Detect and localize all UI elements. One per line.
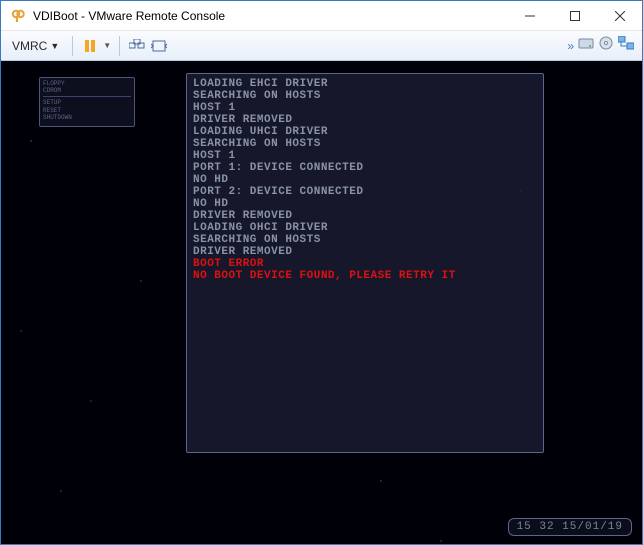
menu-item: FLOPPY — [43, 80, 131, 87]
boot-log-error-line: NO BOOT DEVICE FOUND, PLEASE RETRY IT — [193, 270, 537, 282]
network-icon[interactable] — [618, 36, 634, 55]
maximize-button[interactable] — [552, 1, 597, 30]
app-icon — [9, 7, 27, 25]
boot-log-line: LOADING UHCI DRIVER — [193, 126, 537, 138]
pause-icon — [85, 40, 95, 52]
window-controls — [507, 1, 642, 30]
boot-log-line: NO HD — [193, 198, 537, 210]
boot-log-line: PORT 1: DEVICE CONNECTED — [193, 162, 537, 174]
chevron-down-icon: ▼ — [50, 41, 59, 51]
fullscreen-button[interactable] — [148, 35, 170, 57]
boot-log-line: LOADING OHCI DRIVER — [193, 222, 537, 234]
boot-menu-panel: FLOPPY CDROM SETUP RESET SHUTDOWN — [39, 77, 135, 127]
boot-log-line: DRIVER REMOVED — [193, 114, 537, 126]
boot-log-line: DRIVER REMOVED — [193, 246, 537, 258]
device-icons: » — [567, 35, 638, 56]
toolbar-separator — [119, 36, 120, 56]
pause-button[interactable] — [79, 35, 101, 57]
vmrc-menu-button[interactable]: VMRC ▼ — [5, 36, 66, 56]
send-cad-button[interactable] — [126, 35, 148, 57]
boot-log-line: PORT 2: DEVICE CONNECTED — [193, 186, 537, 198]
menu-item: RESET — [43, 107, 131, 114]
boot-log-error-line: BOOT ERROR — [193, 258, 537, 270]
toolbar-separator — [72, 36, 73, 56]
console-viewport[interactable]: FLOPPY CDROM SETUP RESET SHUTDOWN LOADIN… — [1, 61, 642, 544]
menu-item: SHUTDOWN — [43, 114, 131, 121]
boot-log-line: HOST 1 — [193, 102, 537, 114]
boot-log-line: DRIVER REMOVED — [193, 210, 537, 222]
boot-log-panel: LOADING EHCI DRIVERSEARCHING ON HOSTSHOS… — [186, 73, 544, 453]
boot-log-line: SEARCHING ON HOSTS — [193, 90, 537, 102]
harddisk-icon[interactable] — [578, 36, 594, 55]
send-cad-icon — [129, 39, 145, 53]
app-window: VDIBoot - VMware Remote Console VMRC ▼ ▼ — [0, 0, 643, 545]
boot-log-line: NO HD — [193, 174, 537, 186]
boot-log-line: SEARCHING ON HOSTS — [193, 234, 537, 246]
minimize-button[interactable] — [507, 1, 552, 30]
menu-item: SETUP — [43, 99, 131, 106]
boot-log-line: SEARCHING ON HOSTS — [193, 138, 537, 150]
connect-devices-icon[interactable]: » — [567, 39, 574, 53]
cdrom-icon[interactable] — [598, 35, 614, 56]
boot-log-line: LOADING EHCI DRIVER — [193, 78, 537, 90]
window-title: VDIBoot - VMware Remote Console — [33, 9, 507, 23]
vmrc-menu-label: VMRC — [12, 39, 47, 53]
titlebar: VDIBoot - VMware Remote Console — [1, 1, 642, 31]
close-button[interactable] — [597, 1, 642, 30]
pause-dropdown[interactable]: ▼ — [101, 35, 113, 57]
menu-item: CDROM — [43, 87, 131, 94]
toolbar: VMRC ▼ ▼ » — [1, 31, 642, 61]
fullscreen-icon — [151, 40, 167, 52]
chevron-down-icon: ▼ — [103, 41, 111, 50]
boot-log-line: HOST 1 — [193, 150, 537, 162]
clock-display: 15 32 15/01/19 — [508, 518, 632, 536]
